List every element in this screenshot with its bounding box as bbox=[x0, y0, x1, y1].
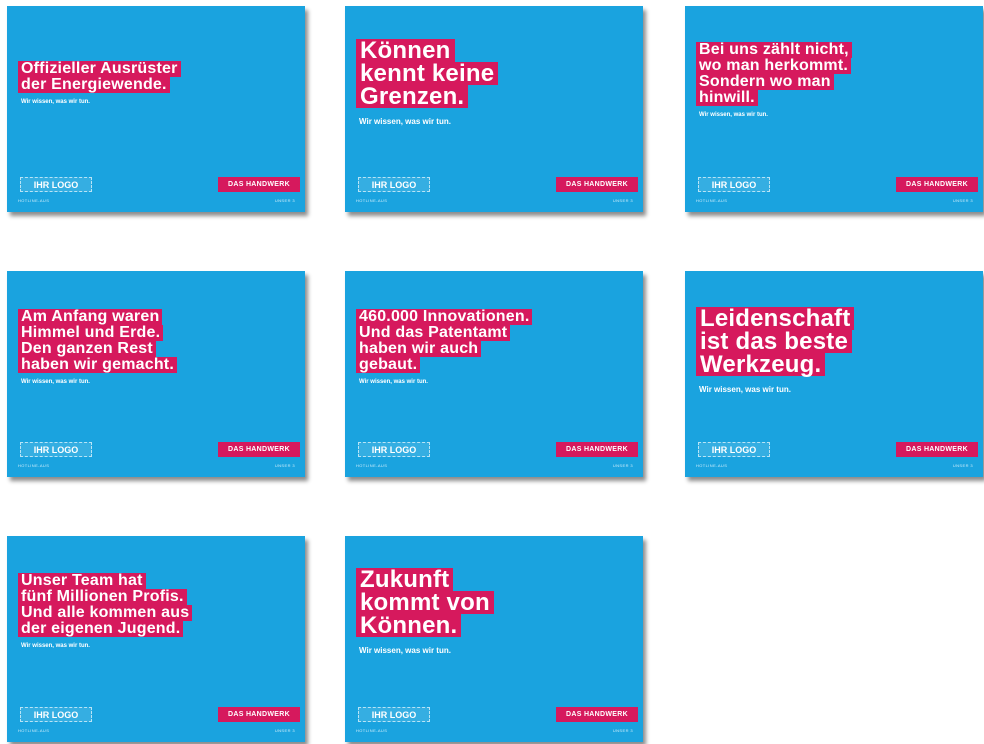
poster-tagline: Wir wissen, was wir tun. bbox=[21, 379, 90, 385]
poster-headline: Zukunft kommt von Können. Wir wissen, wa… bbox=[356, 568, 636, 655]
poster-headline: Leidenschaft ist das beste Werkzeug. Wir… bbox=[696, 307, 976, 394]
headline-line: fünf Millionen Profis. bbox=[18, 589, 187, 605]
footer-text: UNSER 3 bbox=[274, 728, 295, 733]
headline-line: Zukunft bbox=[356, 568, 454, 592]
headline-line: haben wir gemacht. bbox=[18, 357, 177, 373]
poster-headline: Können kennt keine Grenzen. Wir wissen, … bbox=[356, 39, 636, 126]
headline-line: wo man herkommt. bbox=[696, 58, 852, 74]
poster-card[interactable]: Offizieller Ausrüster der Energiewende. … bbox=[7, 6, 305, 212]
poster-tagline: Wir wissen, was wir tun. bbox=[359, 646, 451, 655]
footer-text: HOTLINE-AUS bbox=[696, 463, 728, 468]
poster-headline: Unser Team hat fünf Millionen Profis. Un… bbox=[18, 572, 298, 649]
headline-line: Und alle kommen aus bbox=[18, 605, 193, 621]
footer-text: UNSER 3 bbox=[612, 198, 633, 203]
logo-placeholder: IHR LOGO bbox=[20, 177, 92, 192]
footer-text: UNSER 3 bbox=[612, 463, 633, 468]
poster-card[interactable]: Zukunft kommt von Können. Wir wissen, wa… bbox=[345, 536, 643, 742]
headline-line: Und das Patentamt bbox=[356, 325, 511, 341]
poster-card[interactable]: Leidenschaft ist das beste Werkzeug. Wir… bbox=[685, 271, 983, 477]
headline-line: Können. bbox=[356, 614, 462, 638]
headline-line: der Energiewende. bbox=[18, 77, 170, 93]
footer-text: HOTLINE-AUS bbox=[696, 198, 728, 203]
footer-text: UNSER 3 bbox=[274, 463, 295, 468]
footer-text: HOTLINE-AUS bbox=[356, 198, 388, 203]
brand-logo: DAS HANDWERK bbox=[218, 442, 300, 457]
headline-line: ist das beste bbox=[696, 330, 852, 354]
brand-logo: DAS HANDWERK bbox=[556, 442, 638, 457]
headline-line: Sondern wo man bbox=[696, 74, 834, 90]
poster-card[interactable]: Können kennt keine Grenzen. Wir wissen, … bbox=[345, 6, 643, 212]
footer-text: UNSER 3 bbox=[612, 728, 633, 733]
headline-line: Leidenschaft bbox=[696, 307, 855, 331]
logo-placeholder: IHR LOGO bbox=[698, 442, 770, 457]
headline-line: Grenzen. bbox=[356, 85, 469, 109]
poster-card[interactable]: Bei uns zählt nicht, wo man herkommt. So… bbox=[685, 6, 983, 212]
headline-line: 460.000 Innovationen. bbox=[356, 309, 533, 325]
poster-card[interactable]: Am Anfang waren Himmel und Erde. Den gan… bbox=[7, 271, 305, 477]
headline-line: gebaut. bbox=[356, 357, 421, 373]
poster-tagline: Wir wissen, was wir tun. bbox=[21, 99, 90, 105]
brand-logo: DAS HANDWERK bbox=[218, 177, 300, 192]
headline-line: Himmel und Erde. bbox=[18, 325, 164, 341]
headline-line: haben wir auch bbox=[356, 341, 482, 357]
brand-logo: DAS HANDWERK bbox=[896, 442, 978, 457]
footer-text: HOTLINE-AUS bbox=[18, 728, 50, 733]
headline-line: Werkzeug. bbox=[696, 353, 826, 377]
poster-headline: Bei uns zählt nicht, wo man herkommt. So… bbox=[696, 41, 976, 118]
brand-logo: DAS HANDWERK bbox=[556, 707, 638, 722]
logo-placeholder: IHR LOGO bbox=[698, 177, 770, 192]
poster-tagline: Wir wissen, was wir tun. bbox=[699, 385, 791, 394]
headline-line: Unser Team hat bbox=[18, 573, 146, 589]
poster-headline: Offizieller Ausrüster der Energiewende. … bbox=[18, 60, 298, 105]
footer-text: HOTLINE-AUS bbox=[356, 463, 388, 468]
footer-text: UNSER 3 bbox=[952, 198, 973, 203]
headline-line: der eigenen Jugend. bbox=[18, 621, 184, 637]
logo-placeholder: IHR LOGO bbox=[20, 707, 92, 722]
logo-placeholder: IHR LOGO bbox=[20, 442, 92, 457]
poster-tagline: Wir wissen, was wir tun. bbox=[359, 117, 451, 126]
poster-tagline: Wir wissen, was wir tun. bbox=[699, 112, 768, 118]
footer-text: UNSER 3 bbox=[952, 463, 973, 468]
poster-headline: Am Anfang waren Himmel und Erde. Den gan… bbox=[18, 308, 298, 385]
headline-line: Am Anfang waren bbox=[18, 309, 163, 325]
brand-logo: DAS HANDWERK bbox=[896, 177, 978, 192]
headline-line: Können bbox=[356, 39, 455, 63]
headline-line: kennt keine bbox=[356, 62, 499, 86]
headline-line: kommt von bbox=[356, 591, 494, 615]
headline-line: Den ganzen Rest bbox=[18, 341, 156, 357]
footer-text: HOTLINE-AUS bbox=[356, 728, 388, 733]
brand-logo: DAS HANDWERK bbox=[556, 177, 638, 192]
logo-placeholder: IHR LOGO bbox=[358, 442, 430, 457]
poster-card[interactable]: 460.000 Innovationen. Und das Patentamt … bbox=[345, 271, 643, 477]
logo-placeholder: IHR LOGO bbox=[358, 707, 430, 722]
headline-line: hinwill. bbox=[696, 90, 758, 106]
brand-logo: DAS HANDWERK bbox=[218, 707, 300, 722]
footer-text: UNSER 3 bbox=[274, 198, 295, 203]
headline-line: Bei uns zählt nicht, bbox=[696, 42, 852, 58]
footer-text: HOTLINE-AUS bbox=[18, 198, 50, 203]
poster-headline: 460.000 Innovationen. Und das Patentamt … bbox=[356, 308, 636, 385]
poster-tagline: Wir wissen, was wir tun. bbox=[359, 379, 428, 385]
poster-tagline: Wir wissen, was wir tun. bbox=[21, 643, 90, 649]
poster-card[interactable]: Unser Team hat fünf Millionen Profis. Un… bbox=[7, 536, 305, 742]
footer-text: HOTLINE-AUS bbox=[18, 463, 50, 468]
headline-line: Offizieller Ausrüster bbox=[18, 61, 181, 77]
logo-placeholder: IHR LOGO bbox=[358, 177, 430, 192]
poster-gallery: Offizieller Ausrüster der Energiewende. … bbox=[0, 0, 984, 744]
